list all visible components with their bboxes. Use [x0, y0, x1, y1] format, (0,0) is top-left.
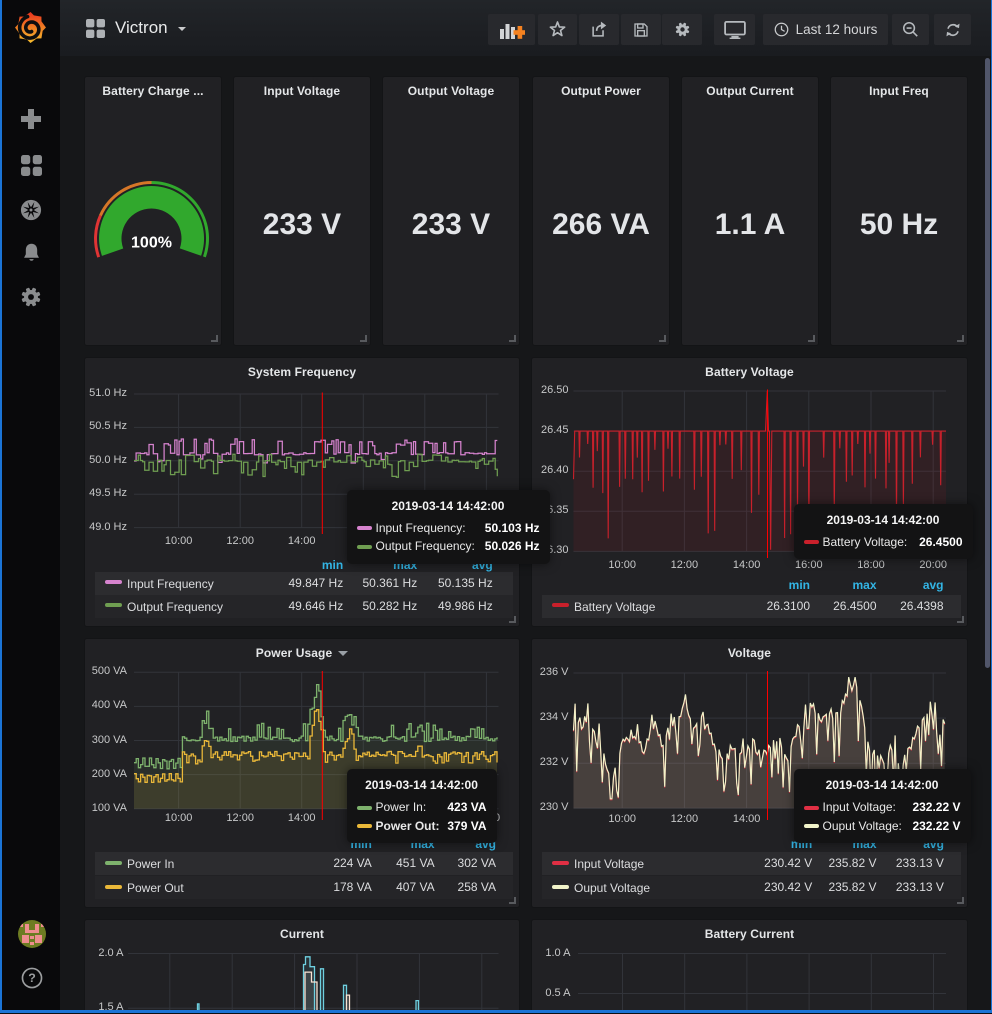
svg-text:100%: 100%	[131, 235, 172, 252]
svg-text:?: ?	[28, 971, 36, 985]
